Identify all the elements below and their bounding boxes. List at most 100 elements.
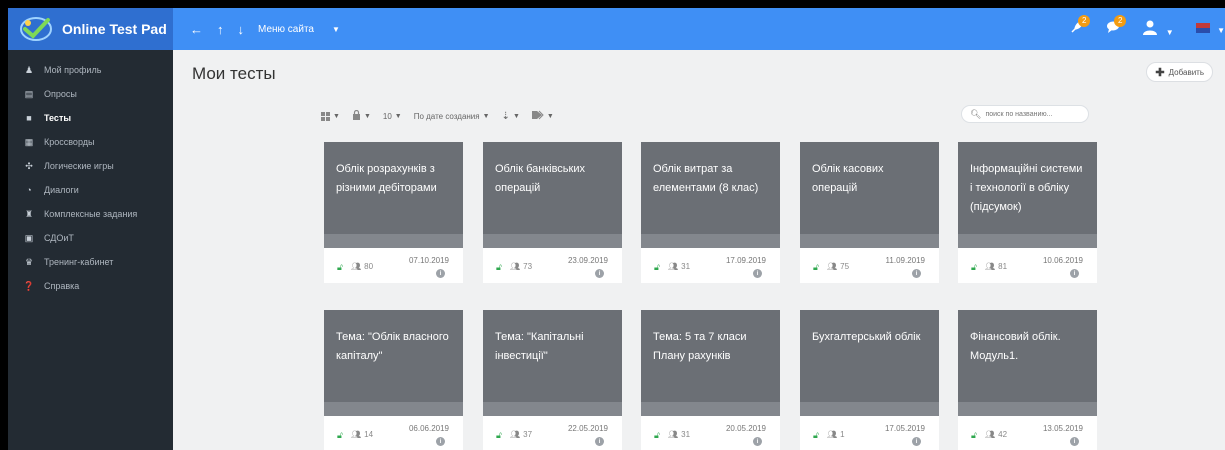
sidebar-item-complex-tasks[interactable]: ♜ Комплексные задания (8, 202, 173, 226)
info-icon[interactable]: i (753, 269, 762, 278)
per-page-value: 10 (382, 111, 392, 121)
card-header: Інформаційні системи і технології в облі… (958, 142, 1097, 234)
access-filter-dropdown[interactable]: ▼ (352, 109, 371, 122)
test-card[interactable]: Інформаційні системи і технології в облі… (958, 142, 1097, 283)
card-footer: 🔓︎ 👥︎ 73 23.09.2019 i (483, 248, 622, 283)
sidebar-item-label: Комплексные задания (44, 209, 138, 219)
card-users: 👥︎ 37 (510, 430, 532, 439)
users-icon: 👥︎ (985, 430, 996, 439)
info-icon[interactable]: i (1070, 437, 1079, 446)
sidebar-item-training[interactable]: ♛ Тренинг-кабинет (8, 250, 173, 274)
site-menu-dropdown[interactable]: Меню сайта ▼ (258, 24, 354, 35)
add-button[interactable]: ✚ Добавить (1146, 62, 1213, 82)
unlock-icon: 🔓︎ (813, 262, 819, 272)
test-card[interactable]: Облік розрахунків з різними дебіторами 🔓… (324, 142, 463, 283)
tags-dropdown[interactable]: ▼ (531, 110, 554, 122)
sidebar-item-crosswords[interactable]: ▦ Кроссворды (8, 130, 173, 154)
info-icon[interactable]: i (595, 269, 604, 278)
card-users-count: 73 (523, 262, 533, 271)
card-title: Облік розрахунків з різними дебіторами (336, 163, 437, 194)
info-icon[interactable]: i (1070, 269, 1079, 278)
sidebar-item-profile[interactable]: ♟ Мой профиль (8, 58, 173, 82)
card-date: 17.05.2019 (884, 424, 925, 433)
card-header: Облік касових операцій (800, 142, 939, 234)
test-card[interactable]: Тема: "Облік власного капіталу" 🔓︎ 👥︎ 14 … (324, 310, 463, 450)
card-users: 👥︎ 81 (985, 262, 1007, 271)
sidebar-item-logic-games[interactable]: ✣ Логические игры (8, 154, 173, 178)
card-users: 👥︎ 75 (827, 262, 849, 271)
top-bar: Online Test Pad ← ↑ ↓ Меню сайта ▼ 2 2 ▼… (8, 8, 1225, 50)
back-arrow-icon[interactable]: ← (190, 22, 203, 37)
card-footer: 🔓︎ 👥︎ 14 06.06.2019 i (324, 416, 463, 450)
info-icon[interactable]: i (436, 269, 445, 278)
info-icon[interactable]: i (912, 437, 921, 446)
sidebar-item-label: Справка (44, 281, 80, 291)
card-date: 13.05.2019 (1042, 424, 1083, 433)
search-input[interactable] (985, 110, 1086, 118)
notifications-button[interactable]: 2 (1070, 14, 1091, 39)
sort-order-icon: ⇣ (501, 110, 510, 122)
search-icon: 🔍︎ (970, 108, 982, 119)
info-icon[interactable]: i (436, 437, 445, 446)
sort-value: По дате создания (413, 111, 480, 121)
card-strip (483, 402, 622, 416)
sidebar-item-dialogs[interactable]: ◔ Диалоги (8, 178, 173, 202)
card-users: 👥︎ 42 (985, 430, 1007, 439)
sidebar-item-label: Логические игры (44, 161, 114, 171)
test-card[interactable]: Облік витрат за елементами (8 клас) 🔓︎ 👥… (641, 142, 780, 283)
card-title: Тема: 5 та 7 класи Плану рахунків (653, 331, 747, 362)
card-users: 👥︎ 31 (668, 430, 690, 439)
grid-view-icon (321, 111, 330, 121)
card-footer: 🔓︎ 👥︎ 81 10.06.2019 i (958, 248, 1097, 283)
test-card[interactable]: Бухгалтерський облік 🔓︎ 👥︎ 1 17.05.2019 i (800, 310, 939, 450)
card-strip (958, 402, 1097, 416)
chevron-down-icon: ▼ (1217, 26, 1225, 35)
card-date: 20.05.2019 (725, 424, 766, 433)
test-card[interactable]: Тема: 5 та 7 класи Плану рахунків 🔓︎ 👥︎ 3… (641, 310, 780, 450)
language-button[interactable]: ▼ (1195, 20, 1225, 38)
card-strip (483, 234, 622, 248)
card-date: 11.09.2019 (885, 256, 925, 265)
sidebar-item-label: Тренинг-кабинет (44, 257, 114, 267)
messages-button[interactable]: 2 (1106, 14, 1127, 39)
test-card[interactable]: Облік банківських операцій 🔓︎ 👥︎ 73 23.09… (483, 142, 622, 283)
poll-icon: ▤ (24, 88, 34, 99)
sort-order-dropdown[interactable]: ⇣ ▼ (502, 111, 520, 122)
user-icon (1142, 20, 1162, 39)
card-users: 👥︎ 1 (827, 430, 845, 439)
card-users-count: 1 (840, 430, 845, 439)
chevron-down-icon: ▼ (482, 112, 490, 120)
puzzle-icon: ✣ (25, 160, 33, 171)
help-icon: ❓ (23, 280, 35, 291)
sidebar-item-help[interactable]: ❓ Справка (8, 274, 173, 298)
card-footer: 🔓︎ 👥︎ 75 11.09.2019 i (800, 248, 939, 283)
card-footer: 🔓︎ 👥︎ 31 20.05.2019 i (641, 416, 780, 450)
card-strip (800, 234, 939, 248)
user-menu-button[interactable]: ▼ (1142, 19, 1174, 40)
view-mode-dropdown[interactable]: ▼ (321, 111, 340, 121)
test-card[interactable]: Тема: "Капітальні інвестиції" 🔓︎ 👥︎ 37 22… (483, 310, 622, 450)
card-users: 👥︎ 14 (351, 430, 373, 439)
up-arrow-icon[interactable]: ↑ (217, 22, 224, 37)
info-icon[interactable]: i (595, 437, 604, 446)
test-card[interactable]: Облік касових операцій 🔓︎ 👥︎ 75 11.09.201… (800, 142, 939, 283)
users-icon: 👥︎ (985, 262, 996, 271)
info-icon[interactable]: i (753, 437, 762, 446)
card-title: Фінансовий облік. Модуль1. (970, 331, 1061, 362)
sidebar-item-polls[interactable]: ▤ Опросы (8, 82, 173, 106)
card-header: Облік банківських операцій (483, 142, 622, 234)
brand[interactable]: Online Test Pad (8, 8, 173, 50)
info-icon[interactable]: i (912, 269, 921, 278)
search-box[interactable]: 🔍︎ (961, 105, 1089, 123)
users-icon: 👥︎ (510, 262, 521, 271)
unlock-icon: 🔓︎ (654, 262, 660, 272)
users-icon: 👥︎ (510, 430, 521, 439)
per-page-dropdown[interactable]: 10 ▼ (383, 112, 402, 121)
card-users-count: 37 (523, 430, 533, 439)
logo-icon (18, 14, 54, 44)
sidebar-item-sdoit[interactable]: ▣ СДОиТ (8, 226, 173, 250)
down-arrow-icon[interactable]: ↓ (238, 22, 245, 37)
sort-dropdown[interactable]: По дате создания ▼ (414, 112, 490, 121)
test-card[interactable]: Фінансовий облік. Модуль1. 🔓︎ 👥︎ 42 13.05… (958, 310, 1097, 450)
sidebar-item-tests[interactable]: ■ Тесты (8, 106, 173, 130)
